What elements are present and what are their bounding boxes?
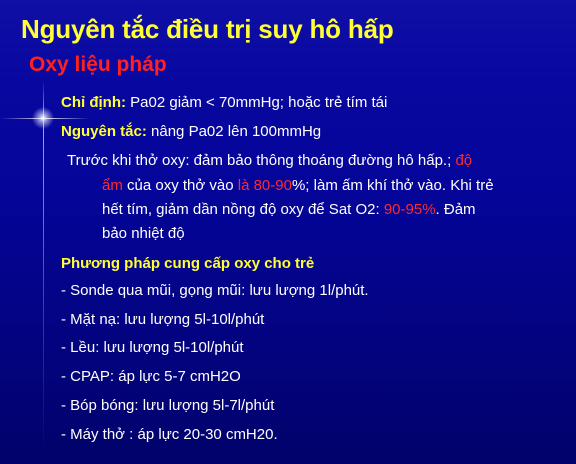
- para-text: . Đảm: [435, 201, 476, 218]
- para-text: Trước khi thở oxy: đảm bảo thông thoáng …: [67, 152, 456, 169]
- para-highlight: ẩm: [102, 177, 123, 194]
- principle-text: nâng Pa02 lên 100mmHg: [146, 123, 322, 140]
- para-text: hết tím, giảm dần nồng độ oxy để Sat O2:: [102, 201, 384, 218]
- paragraph-line-2: ẩm của oxy thở vào là 80-90%; làm ấm khí…: [102, 177, 494, 194]
- method-item: - Lều: lưu lượng 5l-10l/phút: [61, 339, 244, 356]
- slide-title: Nguyên tắc điều trị suy hô hấp: [21, 14, 394, 44]
- method-item: - CPAP: áp lực 5-7 cmH2O: [61, 368, 241, 385]
- principle-label: Nguyên tắc:: [61, 123, 147, 140]
- slide-subtitle: Oxy liệu pháp: [29, 53, 167, 76]
- paragraph-line-1: Trước khi thở oxy: đảm bảo thông thoáng …: [67, 152, 472, 169]
- para-text: của oxy thở vào: [122, 177, 238, 194]
- method-item: - Bóp bóng: lưu lượng 5l-7l/phút: [61, 397, 275, 414]
- indication-label: Chỉ định:: [61, 94, 126, 111]
- method-item: - Mặt nạ: lưu lượng 5l-10l/phút: [61, 311, 265, 328]
- principle-line: Nguyên tắc: nâng Pa02 lên 100mmHg: [61, 123, 321, 140]
- para-highlight: độ: [455, 152, 473, 169]
- method-item: - Sonde qua mũi, gọng mũi: lưu lượng 1l/…: [61, 282, 369, 299]
- indication-text: Pa02 giảm < 70mmHg; hoặc trẻ tím tái: [125, 94, 388, 111]
- para-highlight: 90-95%: [383, 201, 436, 218]
- para-text: %; làm ấm khí thở vào. Khi trẻ: [291, 177, 494, 194]
- paragraph-line-4: bảo nhiệt độ: [102, 225, 185, 242]
- paragraph-line-3: hết tím, giảm dần nồng độ oxy để Sat O2:…: [102, 201, 476, 218]
- para-highlight: là 80-90: [237, 177, 292, 194]
- method-item: - Máy thở : áp lực 20-30 cmH20.: [61, 426, 278, 443]
- slide: Nguyên tắc điều trị suy hô hấp Oxy liệu …: [0, 0, 576, 464]
- decorative-vertical-line: [43, 80, 44, 452]
- para-text: bảo nhiệt độ: [102, 225, 185, 242]
- indication-line: Chỉ định: Pa02 giảm < 70mmHg; hoặc trẻ t…: [61, 94, 387, 111]
- methods-heading: Phương pháp cung cấp oxy cho trẻ: [61, 255, 315, 272]
- sparkle-icon: [31, 106, 55, 130]
